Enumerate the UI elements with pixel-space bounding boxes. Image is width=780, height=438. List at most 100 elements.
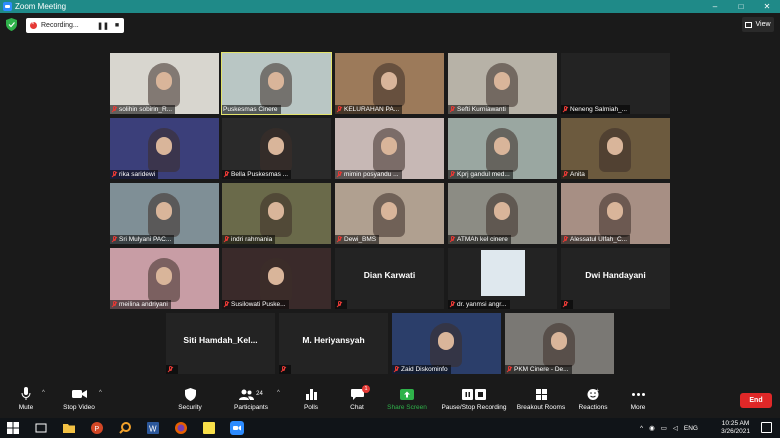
view-button[interactable]: View (742, 17, 774, 32)
tray-overflow-icon[interactable]: ^ (640, 425, 643, 432)
participant-tile[interactable]: dr. yanmsi angr... (448, 248, 557, 309)
participant-tile[interactable]: Bella Puskesmas ... (222, 118, 331, 179)
participant-name: Zaid Diskominfo (401, 366, 448, 373)
muted-mic-icon (223, 236, 229, 243)
participant-tile[interactable]: solihin sobirin_R... (110, 53, 219, 114)
breakout-rooms-label: Breakout Rooms (516, 404, 566, 411)
participant-name: ATMAh kel cinere (457, 236, 508, 243)
powerpoint-icon[interactable]: P (90, 421, 104, 435)
pause-stop-recording-button[interactable]: Pause/Stop Recording (440, 386, 508, 411)
participants-count: 24 (256, 391, 263, 397)
search-icon[interactable] (118, 421, 132, 435)
minimize-button[interactable]: – (702, 2, 728, 11)
participant-figure (373, 193, 405, 237)
svg-text:+: + (596, 388, 599, 394)
notifications-icon[interactable] (761, 422, 772, 433)
participant-tile[interactable]: rika saridewi (110, 118, 219, 179)
participant-figure (260, 258, 292, 302)
participant-tile[interactable]: Sri Mulyani PAC... (110, 183, 219, 244)
security-label: Security (178, 404, 202, 411)
participant-name-display: Dian Karwati (363, 270, 416, 280)
muted-mic-icon (336, 236, 342, 243)
muted-mic-icon (167, 366, 173, 373)
maximize-button[interactable]: □ (728, 2, 754, 11)
participant-figure (373, 128, 405, 172)
participants-caret-icon[interactable]: ^ (277, 390, 280, 396)
windows-start-icon[interactable] (6, 421, 20, 435)
polls-button[interactable]: Polls (300, 386, 322, 411)
zoom-app-icon[interactable] (230, 421, 244, 435)
participant-tile[interactable]: Dwi Handayani (561, 248, 670, 309)
participant-name: solihin sobirin_R... (119, 106, 173, 113)
participant-name: KELURAHAN PA... (344, 106, 400, 113)
participant-tile[interactable]: Neneng Salmiah_... (561, 53, 670, 114)
participant-tile[interactable]: Puskesmas Cinere (221, 52, 332, 115)
taskbar-clock[interactable]: 10:25 AM 3/26/2021 (721, 420, 750, 436)
participant-face (268, 267, 284, 285)
reactions-button[interactable]: + Reactions (577, 386, 609, 411)
participant-tile[interactable]: ATMAh kel cinere (448, 183, 557, 244)
recording-indicator: Recording... ❚❚ ■ (26, 18, 124, 33)
sticky-notes-icon[interactable] (202, 421, 216, 435)
more-button[interactable]: More (626, 386, 650, 411)
muted-mic-icon (449, 301, 455, 308)
participant-tile[interactable]: Dewi_BMS (335, 183, 444, 244)
shield-icon[interactable] (6, 18, 17, 31)
participant-tile[interactable]: M. Heriyansyah (279, 313, 388, 374)
close-button[interactable]: ✕ (754, 2, 780, 11)
muted-mic-icon (562, 106, 568, 113)
security-button[interactable]: Security (176, 386, 204, 411)
participant-name: Puskesmas Cinere (223, 106, 278, 113)
participant-name: PKM Cinere - De... (514, 366, 569, 373)
participant-face (156, 267, 172, 285)
file-explorer-icon[interactable] (62, 421, 76, 435)
video-gallery: solihin sobirin_R... Puskesmas Cinere KELU… (0, 37, 780, 384)
participant-tile[interactable]: Anita (561, 118, 670, 179)
participant-tile[interactable]: Sefti Kurniawanti (448, 53, 557, 114)
task-view-icon[interactable] (34, 421, 48, 435)
language-indicator[interactable]: ENG (684, 425, 698, 432)
breakout-rooms-button[interactable]: Breakout Rooms (516, 386, 566, 411)
share-screen-button[interactable]: Share Screen (386, 386, 428, 411)
share-screen-label: Share Screen (387, 404, 427, 411)
participant-nameplate: Anita (561, 170, 588, 179)
participant-tile[interactable]: Dian Karwati (335, 248, 444, 309)
participant-nameplate: Sefti Kurniawanti (448, 105, 509, 114)
participant-tile[interactable]: Zaid Diskominfo (392, 313, 501, 374)
firefox-icon[interactable] (174, 421, 188, 435)
grid-icon (745, 21, 753, 28)
participant-tile[interactable]: meilina andriyani (110, 248, 219, 309)
muted-mic-icon (449, 171, 455, 178)
participant-face (156, 137, 172, 155)
participant-figure (148, 63, 180, 107)
participant-tile[interactable]: mimin posyandu ... (335, 118, 444, 179)
network-icon[interactable]: ▭ (661, 424, 667, 432)
participant-tile[interactable]: Alessatul Ulfah_C... (561, 183, 670, 244)
participants-label: Participants (234, 404, 268, 411)
participant-tile[interactable]: indri rahmania (222, 183, 331, 244)
participant-tile[interactable]: Siti Hamdah_Kel... (166, 313, 275, 374)
video-options-caret-icon[interactable]: ^ (99, 390, 102, 396)
participant-figure (486, 193, 518, 237)
participant-face (494, 202, 510, 220)
muted-mic-icon (223, 171, 229, 178)
participant-tile[interactable]: Susilowati Puske... (222, 248, 331, 309)
volume-icon[interactable]: ◁ (673, 424, 678, 432)
end-meeting-button[interactable]: End (740, 393, 772, 408)
participants-button[interactable]: 24 Participants (232, 386, 270, 411)
word-icon[interactable]: W (146, 421, 160, 435)
pause-recording-button[interactable]: ❚❚ (96, 22, 110, 30)
participant-face (381, 202, 397, 220)
participant-nameplate: dr. yanmsi angr... (448, 300, 510, 309)
stop-recording-button[interactable]: ■ (110, 22, 124, 29)
view-button-label: View (755, 21, 771, 28)
stop-video-button[interactable]: Stop Video (60, 386, 98, 411)
mute-button[interactable]: Mute (14, 386, 38, 411)
zoom-tray-icon[interactable]: ◉ (649, 424, 655, 432)
participant-tile[interactable]: Kprj gandul med... (448, 118, 557, 179)
participant-tile[interactable]: KELURAHAN PA... (335, 53, 444, 114)
participant-nameplate: Alessatul Ulfah_C... (561, 235, 631, 244)
recording-label: Recording... (41, 22, 79, 29)
audio-options-caret-icon[interactable]: ^ (42, 390, 45, 396)
participant-tile[interactable]: PKM Cinere - De... (505, 313, 614, 374)
